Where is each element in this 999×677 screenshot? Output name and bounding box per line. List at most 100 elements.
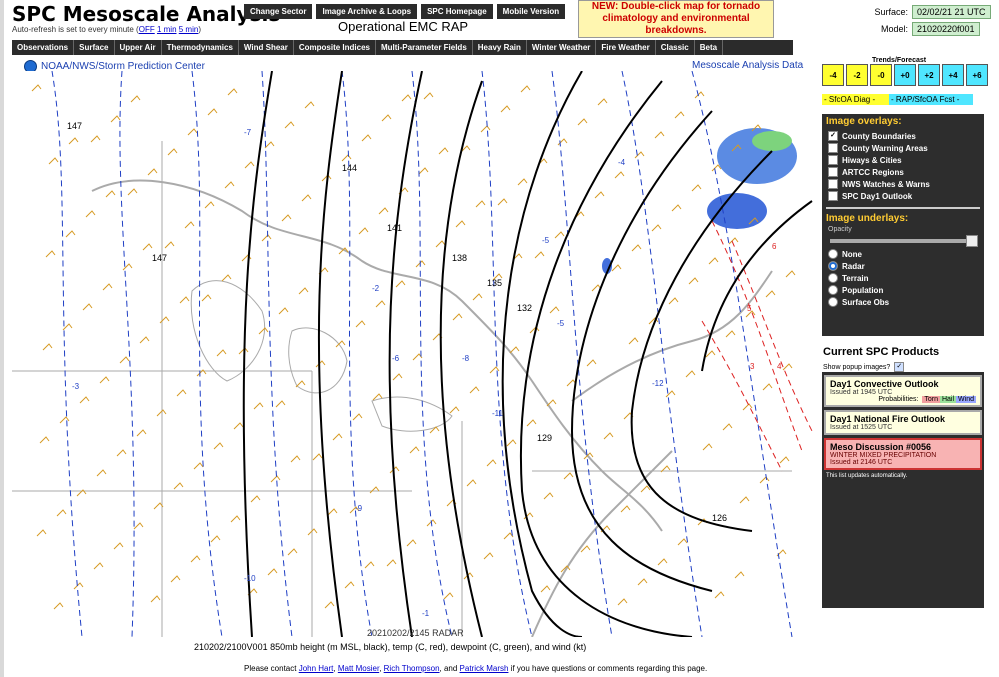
underlay-label: None: [842, 249, 862, 259]
image-archive-button[interactable]: Image Archive & Loops: [316, 4, 418, 19]
nav-fire-weather[interactable]: Fire Weather: [596, 40, 656, 55]
nav-beta[interactable]: Beta: [694, 40, 724, 55]
trend-plus4-button[interactable]: +4: [942, 64, 964, 86]
contact-rich-thompson[interactable]: Rich Thompson: [384, 664, 440, 673]
meso-title[interactable]: Meso Discussion #0056: [830, 442, 976, 452]
height-label: 135: [487, 278, 502, 288]
temp-label: 5: [747, 304, 752, 313]
auto-refresh-text: Auto-refresh is set to every minute (OFF…: [12, 25, 201, 34]
footer-suffix: if you have questions or comments regard…: [508, 664, 708, 673]
underlay-surface-obs[interactable]: Surface Obs: [828, 297, 978, 307]
torn-link[interactable]: Torn: [922, 396, 940, 403]
map-caption: 210202/2100V001 850mb height (m MSL, bla…: [194, 642, 587, 652]
model-value: 21020220f001: [912, 22, 980, 36]
overlay-panel: Image overlays: ✓ County Boundaries Count…: [822, 114, 984, 336]
overlay-artcc-regions[interactable]: ARTCC Regions: [828, 167, 978, 177]
fire-title[interactable]: Day1 National Fire Outlook: [830, 414, 976, 424]
dewpoint-label: -9: [355, 504, 363, 513]
contact-john-hart[interactable]: John Hart: [299, 664, 334, 673]
underlay-none[interactable]: None: [828, 249, 978, 259]
fire-issued: Issued at 1525 UTC: [830, 424, 893, 431]
trend-minus2-button[interactable]: -2: [846, 64, 868, 86]
nav-classic[interactable]: Classic: [655, 40, 695, 55]
radio-icon[interactable]: [828, 297, 838, 307]
overlay-hiways-cities[interactable]: Hiways & Cities: [828, 155, 978, 165]
trend-minus0-button[interactable]: -0: [870, 64, 892, 86]
nav-thermodynamics[interactable]: Thermodynamics: [161, 40, 239, 55]
underlay-population[interactable]: Population: [828, 285, 978, 295]
page-title: SPC Mesoscale Analysis: [12, 2, 281, 26]
popup-images-toggle[interactable]: Show popup images? ✓: [823, 362, 908, 372]
dewpoint-label: -11: [492, 409, 504, 418]
contact-patrick-marsh[interactable]: Patrick Marsh: [460, 664, 509, 673]
dewpoint-label: -3: [72, 382, 80, 391]
analysis-map[interactable]: 147 144 141 138 135 132 129 126 147 -7 -6 -5 -4 -3 -2 -…: [12, 71, 813, 637]
spc-homepage-button[interactable]: SPC Homepage: [421, 4, 493, 19]
convective-outlook-card[interactable]: Day1 Convective Outlook Issued at 1945 U…: [824, 375, 982, 407]
radio-icon[interactable]: [828, 249, 838, 259]
model-title: Operational EMC RAP: [338, 19, 469, 34]
height-label: 129: [537, 433, 552, 443]
surface-value: 02/02/21 21 UTC: [912, 5, 991, 19]
checkbox-icon[interactable]: ✓: [894, 362, 905, 372]
height-label: 138: [452, 253, 467, 263]
height-label: 132: [517, 303, 532, 313]
refresh-prefix: Auto-refresh is set to every minute (: [12, 25, 139, 34]
checkbox-icon[interactable]: [828, 143, 838, 153]
opacity-label: Opacity: [828, 226, 852, 233]
underlay-terrain[interactable]: Terrain: [828, 273, 978, 283]
height-label: 147: [67, 121, 82, 131]
trend-plus6-button[interactable]: +6: [966, 64, 988, 86]
nav-heavy-rain[interactable]: Heavy Rain: [472, 40, 527, 55]
refresh-1min-link[interactable]: 1 min: [157, 25, 177, 34]
nav-multi-parameter[interactable]: Multi-Parameter Fields: [375, 40, 473, 55]
overlay-nws-watches[interactable]: NWS Watches & Warns: [828, 179, 978, 189]
nav-winter-weather[interactable]: Winter Weather: [526, 40, 597, 55]
convective-title[interactable]: Day1 Convective Outlook: [830, 379, 976, 389]
radio-icon[interactable]: [828, 285, 838, 295]
trend-minus4-button[interactable]: -4: [822, 64, 844, 86]
slider-knob[interactable]: [966, 235, 978, 247]
trend-plus2-button[interactable]: +2: [918, 64, 940, 86]
dewpoint-label: -10: [244, 574, 256, 583]
trend-plus0-button[interactable]: +0: [894, 64, 916, 86]
overlay-county-warning-areas[interactable]: County Warning Areas: [828, 143, 978, 153]
trends-buttons: -4 -2 -0 +0 +2 +4 +6: [822, 64, 990, 86]
overlay-label: Hiways & Cities: [842, 155, 902, 165]
checkbox-icon[interactable]: ✓: [828, 131, 838, 141]
current-products-title: Current SPC Products: [823, 346, 940, 358]
wind-link[interactable]: Wind: [956, 396, 976, 403]
checkbox-icon[interactable]: [828, 179, 838, 189]
nav-composite-indices[interactable]: Composite Indices: [293, 40, 376, 55]
nav-surface[interactable]: Surface: [74, 40, 115, 55]
checkbox-icon[interactable]: [828, 155, 838, 165]
top-button-bar: Change Sector Image Archive & Loops SPC …: [244, 4, 566, 19]
underlay-label: Population: [842, 285, 884, 295]
dewpoint-label: -2: [372, 284, 380, 293]
notice-banner[interactable]: NEW: Double-click map for tornado climat…: [578, 0, 774, 38]
radio-icon[interactable]: [828, 261, 838, 271]
underlay-label: Radar: [842, 261, 865, 271]
auto-update-note: This list updates automatically.: [826, 473, 908, 479]
underlay-radar[interactable]: Radar: [828, 261, 978, 271]
refresh-off-link[interactable]: OFF: [139, 25, 155, 34]
radio-icon[interactable]: [828, 273, 838, 283]
nav-observations[interactable]: Observations: [12, 40, 75, 55]
overlay-spc-day1-outlook[interactable]: SPC Day1 Outlook: [828, 191, 978, 201]
underlays-title: Image underlays:: [826, 213, 909, 224]
page-frame: SPC Mesoscale Analysis Auto-refresh is s…: [4, 0, 999, 677]
nav-upper-air[interactable]: Upper Air: [114, 40, 162, 55]
contact-matt-mosier[interactable]: Matt Mosier: [338, 664, 379, 673]
refresh-5min-link[interactable]: 5 min: [179, 25, 199, 34]
change-sector-button[interactable]: Change Sector: [244, 4, 313, 19]
fire-outlook-card[interactable]: Day1 National Fire Outlook Issued at 152…: [824, 410, 982, 435]
overlay-county-boundaries[interactable]: ✓ County Boundaries: [828, 131, 978, 141]
overlay-label: ARTCC Regions: [842, 167, 904, 177]
checkbox-icon[interactable]: [828, 167, 838, 177]
hail-link[interactable]: Hail: [939, 396, 957, 403]
checkbox-icon[interactable]: [828, 191, 838, 201]
opacity-slider[interactable]: [830, 235, 978, 247]
meso-discussion-card[interactable]: Meso Discussion #0056 WINTER MIXED PRECI…: [824, 438, 982, 470]
mobile-version-button[interactable]: Mobile Version: [496, 4, 566, 19]
nav-wind-shear[interactable]: Wind Shear: [238, 40, 294, 55]
